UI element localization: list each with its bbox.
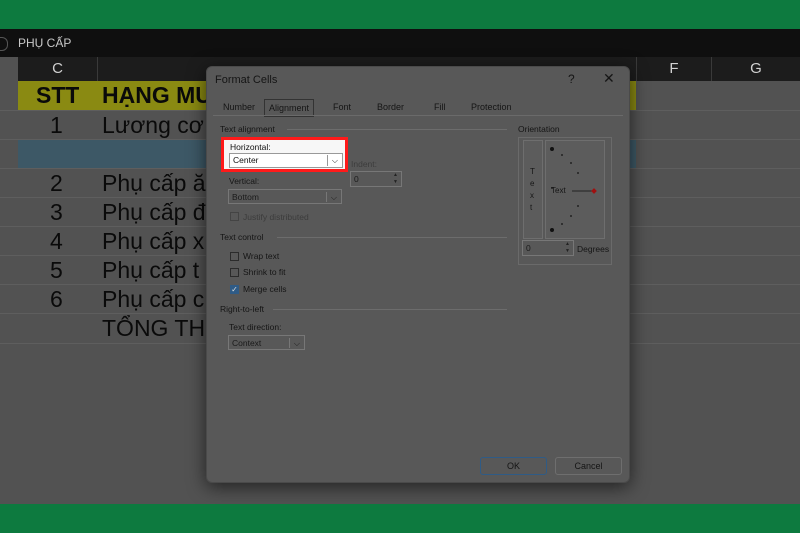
wrap-text-checkbox[interactable] — [230, 252, 239, 261]
chevron-down-icon[interactable]: ⌵ — [332, 154, 338, 167]
cell-item[interactable]: Phụ cấp c — [102, 286, 204, 313]
merge-cells-label[interactable]: Merge cells — [243, 284, 286, 294]
bottom-green-band — [0, 504, 800, 533]
column-header-f[interactable]: F — [637, 57, 712, 81]
cell-stt[interactable]: 5 — [50, 257, 63, 284]
vertical-text-letter: t — [530, 203, 533, 212]
combo-separator — [327, 155, 328, 166]
dial-text-label: Text — [551, 186, 566, 195]
horizontal-select[interactable]: Center ⌵ — [229, 153, 343, 168]
orientation-dial[interactable]: Text — [545, 140, 605, 239]
formula-check-icon — [0, 37, 8, 51]
tab-number[interactable]: Number — [223, 99, 255, 115]
vertical-select[interactable]: Bottom ⌵ — [228, 189, 342, 204]
chevron-down-icon[interactable]: ⌵ — [294, 336, 300, 351]
text-direction-label: Text direction: — [229, 322, 282, 332]
combo-separator — [326, 192, 327, 202]
tab-divider — [213, 115, 623, 116]
indent-value[interactable]: 0 — [354, 174, 359, 184]
format-cells-dialog: Format Cells ? ✕ Number Alignment Font B… — [206, 66, 630, 483]
formula-bar-value[interactable]: PHỤ CẤP — [18, 36, 71, 50]
tab-border[interactable]: Border — [377, 99, 404, 115]
text-direction-value[interactable]: Context — [232, 338, 261, 348]
help-icon[interactable]: ? — [568, 72, 575, 86]
vertical-text-box[interactable]: T e x t — [523, 140, 543, 239]
cell-stt[interactable]: 1 — [50, 112, 63, 139]
column-header-g[interactable]: G — [712, 57, 800, 81]
section-right-to-left: Right-to-left — [220, 304, 264, 314]
spin-down-icon[interactable]: ▼ — [390, 179, 401, 186]
cell-item[interactable]: Phụ cấp t — [102, 257, 199, 284]
shrink-to-fit-label[interactable]: Shrink to fit — [243, 267, 286, 277]
section-text-alignment: Text alignment — [220, 124, 275, 134]
indent-label: Indent: — [351, 159, 377, 169]
vertical-label: Vertical: — [229, 176, 260, 186]
degrees-value[interactable]: 0 — [526, 243, 531, 253]
indent-spinner[interactable]: 0 ▲ ▼ — [350, 171, 402, 187]
merge-cells-checkbox[interactable]: ✓ — [230, 285, 239, 294]
cell-stt[interactable]: 3 — [50, 199, 63, 226]
column-header-c[interactable]: C — [18, 57, 98, 81]
cell-total[interactable]: TỔNG TH — [102, 315, 205, 342]
vertical-text-letter: T — [530, 167, 535, 176]
section-divider — [273, 309, 507, 310]
justify-distributed-checkbox[interactable] — [230, 212, 239, 221]
shrink-to-fit-checkbox[interactable] — [230, 268, 239, 277]
horizontal-value[interactable]: Center — [233, 155, 259, 165]
cell-item-header[interactable]: HẠNG MU — [102, 82, 212, 109]
tab-fill[interactable]: Fill — [434, 99, 446, 115]
cell-stt-header[interactable]: STT — [36, 82, 79, 109]
horizontal-label: Horizontal: — [230, 142, 271, 152]
cancel-button[interactable]: Cancel — [555, 457, 622, 475]
cell-stt[interactable]: 4 — [50, 228, 63, 255]
spin-up-icon[interactable]: ▲ — [562, 241, 573, 248]
justify-distributed-label: Justify distributed — [243, 212, 309, 222]
spin-up-icon[interactable]: ▲ — [390, 172, 401, 179]
vertical-text-letter: x — [530, 191, 534, 200]
section-orientation: Orientation — [518, 124, 560, 134]
cell-item[interactable]: Phụ cấp ă — [102, 170, 206, 197]
ok-button[interactable]: OK — [480, 457, 547, 475]
formula-bar[interactable]: PHỤ CẤP — [0, 29, 800, 58]
section-text-control: Text control — [220, 232, 264, 242]
horizontal-highlight-box: Horizontal: Center ⌵ — [221, 137, 348, 172]
vertical-value[interactable]: Bottom — [232, 192, 259, 202]
cell-stt[interactable]: 2 — [50, 170, 63, 197]
section-divider — [287, 129, 507, 130]
degrees-label: Degrees — [577, 244, 610, 254]
cell-item[interactable]: Phụ cấp x — [102, 228, 204, 255]
tab-font[interactable]: Font — [333, 99, 351, 115]
cell-item[interactable]: Phụ cấp đ — [102, 199, 206, 226]
section-divider — [277, 237, 507, 238]
text-direction-select[interactable]: Context ⌵ — [228, 335, 305, 350]
spin-down-icon[interactable]: ▼ — [562, 248, 573, 255]
combo-separator — [289, 338, 290, 348]
degrees-spinner[interactable]: 0 ▲ ▼ — [522, 240, 574, 256]
close-icon[interactable]: ✕ — [603, 70, 615, 87]
vertical-text-letter: e — [530, 179, 535, 188]
cell-stt[interactable]: 6 — [50, 286, 63, 313]
wrap-text-label[interactable]: Wrap text — [243, 251, 279, 261]
chevron-down-icon[interactable]: ⌵ — [331, 190, 337, 205]
tab-protection[interactable]: Protection — [471, 99, 512, 115]
dialog-title: Format Cells — [215, 74, 278, 86]
top-green-band — [0, 0, 800, 29]
cell-item[interactable]: Lương cơ — [102, 112, 204, 139]
